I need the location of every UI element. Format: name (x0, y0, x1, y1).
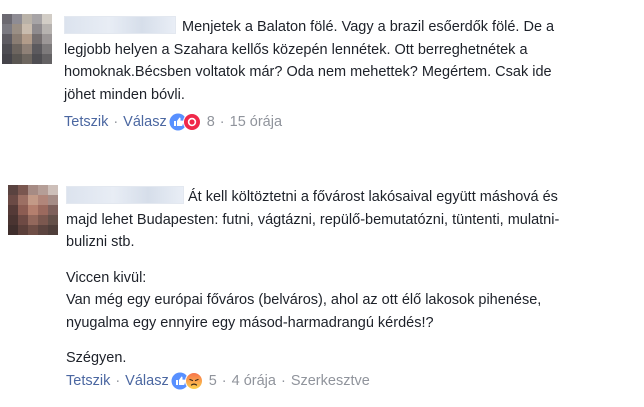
reply-link[interactable]: Válasz (123, 114, 167, 130)
reaction-count[interactable]: 8 (207, 114, 215, 130)
separator-dot: · (219, 114, 225, 130)
comment-1: Menjetek a Balaton fölé. Vagy a brazil e… (0, 0, 644, 140)
comment-line: homoknak.Bécsben voltatok már? Oda nem m… (64, 64, 552, 80)
reactions[interactable] (171, 372, 203, 390)
comment-line: Át kell költöztetni a fővárost lakósaiva… (66, 186, 641, 209)
comment-line: nyugalma egy ennyire egy másod-harmadran… (66, 314, 434, 331)
reply-link[interactable]: Válasz (125, 373, 169, 389)
timestamp[interactable]: 15 órája (230, 114, 282, 130)
comment-paragraph: Át kell költöztetni a fővárost lakósaiva… (66, 186, 641, 254)
comment-body: Menjetek a Balaton fölé. Vagy a brazil e… (64, 16, 639, 106)
comment-line: legjobb helyen a Szahara kellős közepén … (64, 41, 528, 58)
author-name-redacted[interactable] (64, 16, 176, 34)
separator-dot: · (221, 373, 227, 389)
comment-line: Szégyen. (66, 350, 127, 366)
reaction-count[interactable]: 5 (209, 373, 217, 389)
comment-actions: Tetszik · Válasz 5 · 4 órája · Szerkeszt… (66, 372, 370, 390)
separator-dot: · (280, 373, 286, 389)
like-link[interactable]: Tetszik (64, 114, 108, 130)
comment-line: Van még egy európai főváros (belváros), … (66, 292, 542, 308)
angry-icon (184, 372, 203, 390)
avatar[interactable] (2, 14, 52, 64)
comment-paragraph: Viccen kivül: Van még egy európai főváro… (66, 267, 641, 335)
comment-body: Át kell költöztetni a fővárost lakósaiva… (66, 186, 641, 370)
comment-line: majd lehet Budapesten: futni, vágtázni, … (66, 211, 560, 228)
comment-line: Menjetek a Balaton fölé. Vagy a brazil e… (64, 16, 639, 39)
like-link[interactable]: Tetszik (66, 373, 110, 389)
comment-line: Viccen kivül: (66, 269, 147, 286)
avatar[interactable] (8, 185, 58, 235)
comment-paragraph: Szégyen. (66, 347, 641, 370)
comment-actions: Tetszik · Válasz 8 · 15 órája (64, 113, 282, 131)
haha-icon (182, 113, 201, 131)
timestamp[interactable]: 4 órája (232, 373, 276, 389)
comment-line: bulizni stb. (66, 234, 135, 250)
comment-line: jöhet minden bóvli. (64, 86, 185, 103)
separator-dot: · (113, 114, 119, 130)
comment-2: Át kell költöztetni a fővárost lakósaiva… (0, 175, 644, 407)
reactions[interactable] (169, 113, 201, 131)
author-name-redacted[interactable] (66, 186, 184, 204)
separator-dot: · (115, 373, 121, 389)
edited-label[interactable]: Szerkesztve (291, 373, 370, 389)
